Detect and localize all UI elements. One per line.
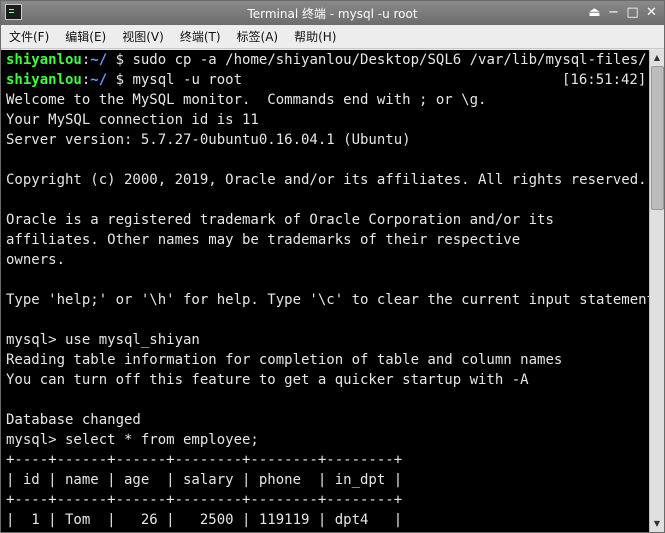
menu-tabs[interactable]: 标签(A) — [237, 28, 279, 45]
shade-icon[interactable]: ⏏ — [586, 4, 603, 21]
table-row: | 1 | Tom | 26 | 2500 | 119119 | dpt4 | — [6, 512, 403, 528]
output-line: Type 'help;' or '\h' for help. Type '\c'… — [6, 292, 649, 308]
output-line: You can turn off this feature to get a q… — [6, 372, 529, 388]
terminal-output[interactable]: shiyanlou:~/ $ sudo cp -a /home/shiyanlo… — [1, 50, 649, 532]
menu-terminal[interactable]: 终端(T) — [180, 28, 221, 45]
menu-view[interactable]: 视图(V) — [122, 28, 164, 45]
output-line: mysql> select * from employee; — [6, 432, 259, 448]
output-line: Server version: 5.7.27-0ubuntu0.16.04.1 … — [6, 132, 411, 148]
output-line: Copyright (c) 2000, 2019, Oracle and/or … — [6, 172, 647, 188]
scroll-up-icon[interactable]: ▲ — [650, 51, 664, 65]
output-line: owners. — [6, 252, 66, 268]
vertical-scrollbar[interactable]: ▲ ▼ — [649, 50, 664, 532]
table-border: +----+------+------+--------+--------+--… — [6, 452, 403, 468]
prompt-user: shiyanlou — [6, 52, 82, 68]
menu-help[interactable]: 帮助(H) — [294, 28, 336, 45]
output-line: Oracle is a registered trademark of Orac… — [6, 212, 554, 228]
prompt-path: ~/ — [90, 52, 108, 68]
output-line: Database changed — [6, 412, 141, 428]
table-header-row: | id | name | age | salary | phone | in_… — [6, 472, 403, 488]
prompt-path: ~/ — [90, 72, 108, 88]
output-line: Reading table information for completion… — [6, 352, 563, 368]
output-line: affiliates. Other names may be trademark… — [6, 232, 521, 248]
prompt-mark: $ — [107, 52, 133, 68]
prompt-user: shiyanlou — [6, 72, 82, 88]
window-title: Terminal 终端 - mysql -u root — [247, 7, 418, 21]
scrollbar-thumb[interactable] — [651, 66, 664, 210]
prompt-line-1: shiyanlou:~/ $ sudo cp -a /home/shiyanlo… — [6, 50, 649, 70]
table-border: +----+------+------+--------+--------+--… — [6, 492, 403, 508]
prompt-line-2: shiyanlou:~/ $ mysql -u root [16:51:42] — [6, 70, 646, 90]
output-line: mysql> use mysql_shiyan — [6, 332, 200, 348]
prompt-mark: $ — [107, 72, 133, 88]
menu-bar: 文件(F) 编辑(E) 视图(V) 终端(T) 标签(A) 帮助(H) — [1, 25, 664, 49]
output-line: Welcome to the MySQL monitor. Commands e… — [6, 92, 487, 108]
command-text: sudo cp -a /home/shiyanlou/Desktop/SQL6 … — [132, 52, 649, 68]
output-line: Your MySQL connection id is 11 — [6, 112, 259, 128]
prompt-timestamp: [16:51:42] — [562, 72, 647, 88]
command-text: mysql -u root — [132, 72, 243, 88]
title-bar[interactable]: Terminal 终端 - mysql -u root ⏏ − □ ✕ — [1, 1, 664, 25]
menu-file[interactable]: 文件(F) — [9, 28, 49, 45]
close-icon[interactable]: ✕ — [643, 4, 660, 21]
scroll-down-icon[interactable]: ▼ — [650, 517, 664, 531]
maximize-icon[interactable]: □ — [624, 4, 641, 21]
terminal-window: Terminal 终端 - mysql -u root ⏏ − □ ✕ 文件(F… — [0, 0, 665, 533]
menu-edit[interactable]: 编辑(E) — [65, 28, 106, 45]
window-controls: ⏏ − □ ✕ — [586, 4, 660, 21]
minimize-icon[interactable]: − — [605, 4, 622, 21]
